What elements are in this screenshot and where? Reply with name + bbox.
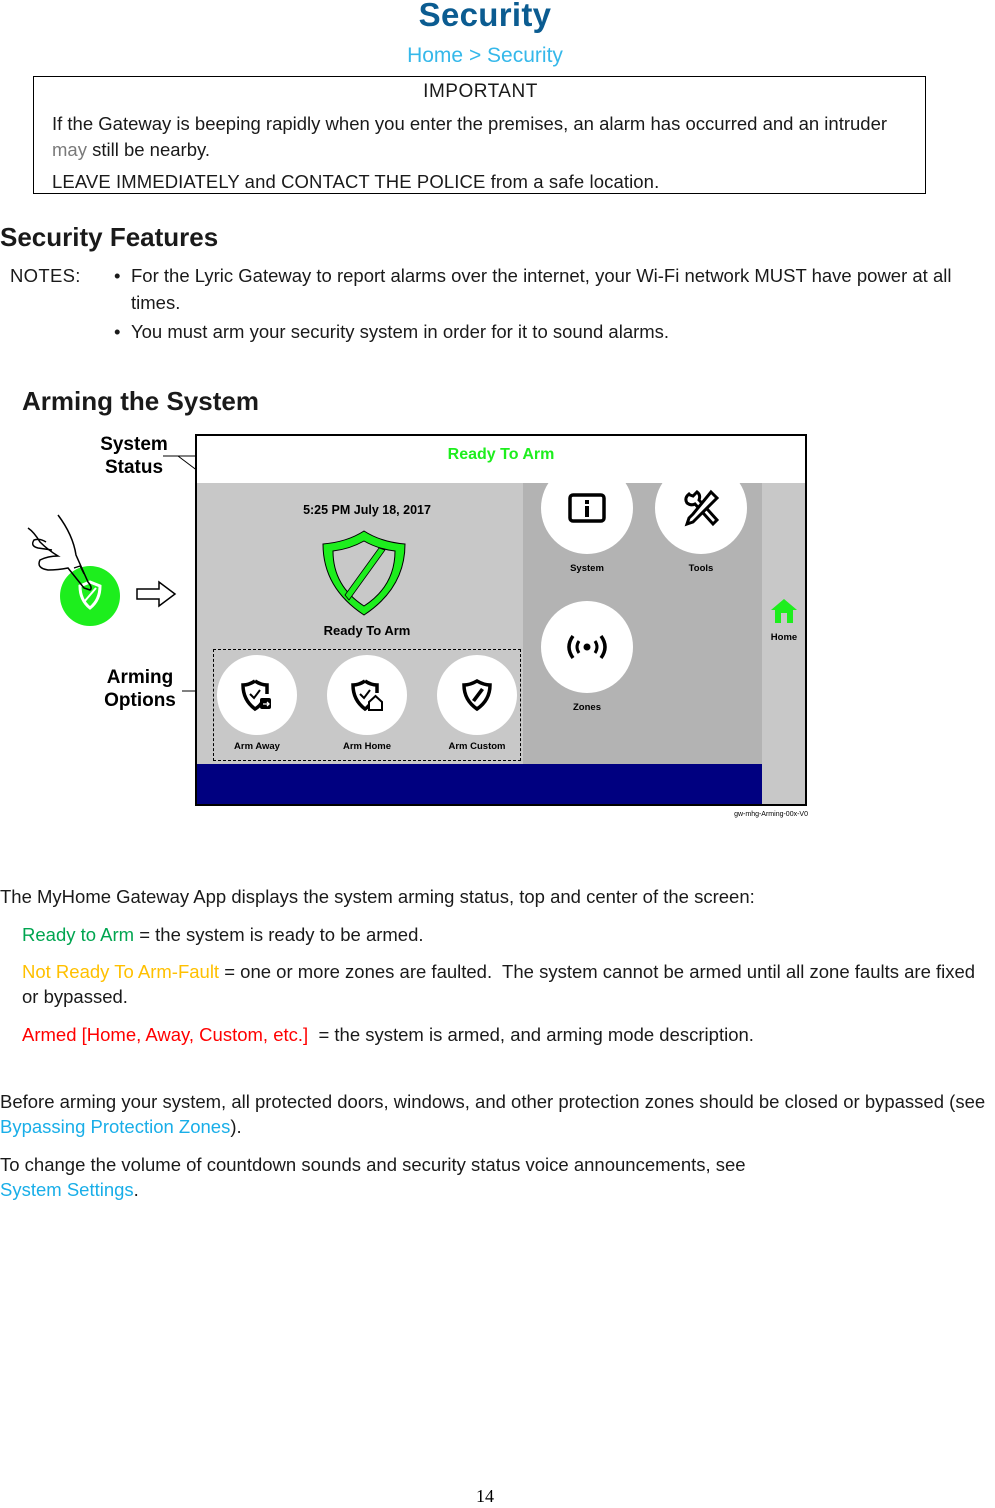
status-term: Not Ready To Arm-Fault xyxy=(22,961,220,982)
status-item-armed: Armed [Home, Away, Custom, etc.] = the s… xyxy=(22,1022,995,1047)
info-icon xyxy=(568,493,606,523)
arm-away-button[interactable]: Arm Away xyxy=(217,655,297,752)
status-item-ready: Ready to Arm = the system is ready to be… xyxy=(22,922,995,947)
tools-icon xyxy=(684,489,720,527)
callout-text: Options xyxy=(104,690,176,711)
status-item-not-ready: Not Ready To Arm-Fault = one or more zon… xyxy=(22,959,995,1009)
tools-button[interactable]: Tools xyxy=(655,462,747,574)
tile-label: System xyxy=(570,563,604,574)
screen-footer-bar xyxy=(197,764,762,804)
arm-home-button[interactable]: Arm Home xyxy=(327,655,407,752)
figure-id: gw-mhg-Arming-00x-V0 xyxy=(734,811,808,818)
callout-system-status: System Status xyxy=(92,433,176,479)
section-heading-security-features: Security Features xyxy=(0,222,219,252)
breadcrumb: Home > Security xyxy=(0,44,970,68)
important-title: IMPORTANT xyxy=(423,81,538,102)
home-icon xyxy=(771,599,797,623)
shield-check-home-icon xyxy=(351,679,383,712)
status-intro: The MyHome Gateway App displays the syst… xyxy=(0,886,755,907)
callout-text: Arming xyxy=(106,667,174,688)
tile-label: Zones xyxy=(573,702,601,713)
status-desc: = the system is armed, and arming mode d… xyxy=(308,1024,754,1045)
tile-label: Arm Away xyxy=(234,741,280,752)
screen-main-panel: 5:25 PM July 18, 2017 Ready To Arm Arm A… xyxy=(197,483,523,764)
page-number: 14 xyxy=(476,1486,494,1506)
breadcrumb-separator: > xyxy=(463,44,488,67)
paragraph-text: . xyxy=(133,1179,139,1200)
page-title: Security xyxy=(418,0,552,33)
status-desc: = the system is ready to be armed. xyxy=(134,924,424,945)
volume-paragraph: To change the volume of countdown sounds… xyxy=(0,1152,995,1202)
zones-button[interactable]: Zones xyxy=(541,601,633,713)
important-body-text: If the Gateway is beeping rapidly when y… xyxy=(52,113,888,134)
note-item: • You must arm your security system in o… xyxy=(114,318,994,345)
important-warning: LEAVE IMMEDIATELY and CONTACT THE POLICE… xyxy=(52,171,660,192)
screen-sidebar: Home xyxy=(762,483,805,804)
main-status-text: Ready To Arm xyxy=(323,623,411,638)
tile-label: Tools xyxy=(688,563,714,574)
sidebar-home-label: Home xyxy=(770,632,798,643)
status-term: Ready to Arm xyxy=(22,924,135,945)
hand-tap-icon xyxy=(27,514,120,626)
shield-custom-icon xyxy=(462,678,492,712)
shield-status-icon[interactable] xyxy=(317,528,411,618)
link-system-settings[interactable]: System Settings xyxy=(0,1179,134,1200)
paragraph-text: Before arming your system, all protected… xyxy=(0,1091,986,1112)
important-body-text-end: still be nearby. xyxy=(86,139,211,160)
note-text: You must arm your security system in ord… xyxy=(131,321,670,342)
callout-text: System xyxy=(100,434,168,455)
before-arming-paragraph: Before arming your system, all protected… xyxy=(0,1089,995,1139)
link-bypassing-protection-zones[interactable]: Bypassing Protection Zones xyxy=(0,1116,230,1137)
gateway-screen: Ready To Arm 5:25 PM July 18, 2017 Ready… xyxy=(195,434,807,806)
paragraph-text: ). xyxy=(230,1116,242,1137)
bullet-icon: • xyxy=(114,265,121,286)
status-term: Armed [Home, Away, Custom, etc.] xyxy=(22,1024,309,1045)
sidebar-home-button[interactable]: Home xyxy=(767,598,801,643)
arming-figure: System Status Arming Options Ready To Ar… xyxy=(0,425,820,825)
callout-text: Status xyxy=(104,457,164,478)
callout-arming-options: Arming Options xyxy=(98,666,182,712)
important-notice: IMPORTANT If the Gateway is beeping rapi… xyxy=(33,76,926,194)
arrow-right-icon xyxy=(136,580,177,608)
breadcrumb-home[interactable]: Home xyxy=(407,44,463,68)
shield-check-away-icon xyxy=(241,679,271,712)
important-body-emphasis: may xyxy=(52,139,87,160)
zones-signal-icon xyxy=(567,634,607,660)
notes-label: NOTES: xyxy=(10,265,81,286)
section-heading-arming: Arming the System xyxy=(22,386,259,416)
tile-label: Arm Home xyxy=(342,741,392,752)
bullet-icon: • xyxy=(114,321,121,342)
breadcrumb-current: Security xyxy=(487,44,563,67)
arm-custom-button[interactable]: Arm Custom xyxy=(437,655,517,752)
datetime: 5:25 PM July 18, 2017 xyxy=(303,503,431,517)
system-button[interactable]: System xyxy=(541,462,633,574)
note-item: • For the Lyric Gateway to report alarms… xyxy=(114,262,994,316)
tile-label: Arm Custom xyxy=(448,741,506,752)
important-body: If the Gateway is beeping rapidly when y… xyxy=(52,111,909,163)
note-text: For the Lyric Gateway to report alarms o… xyxy=(131,265,952,313)
paragraph-text: To change the volume of countdown sounds… xyxy=(0,1154,746,1175)
